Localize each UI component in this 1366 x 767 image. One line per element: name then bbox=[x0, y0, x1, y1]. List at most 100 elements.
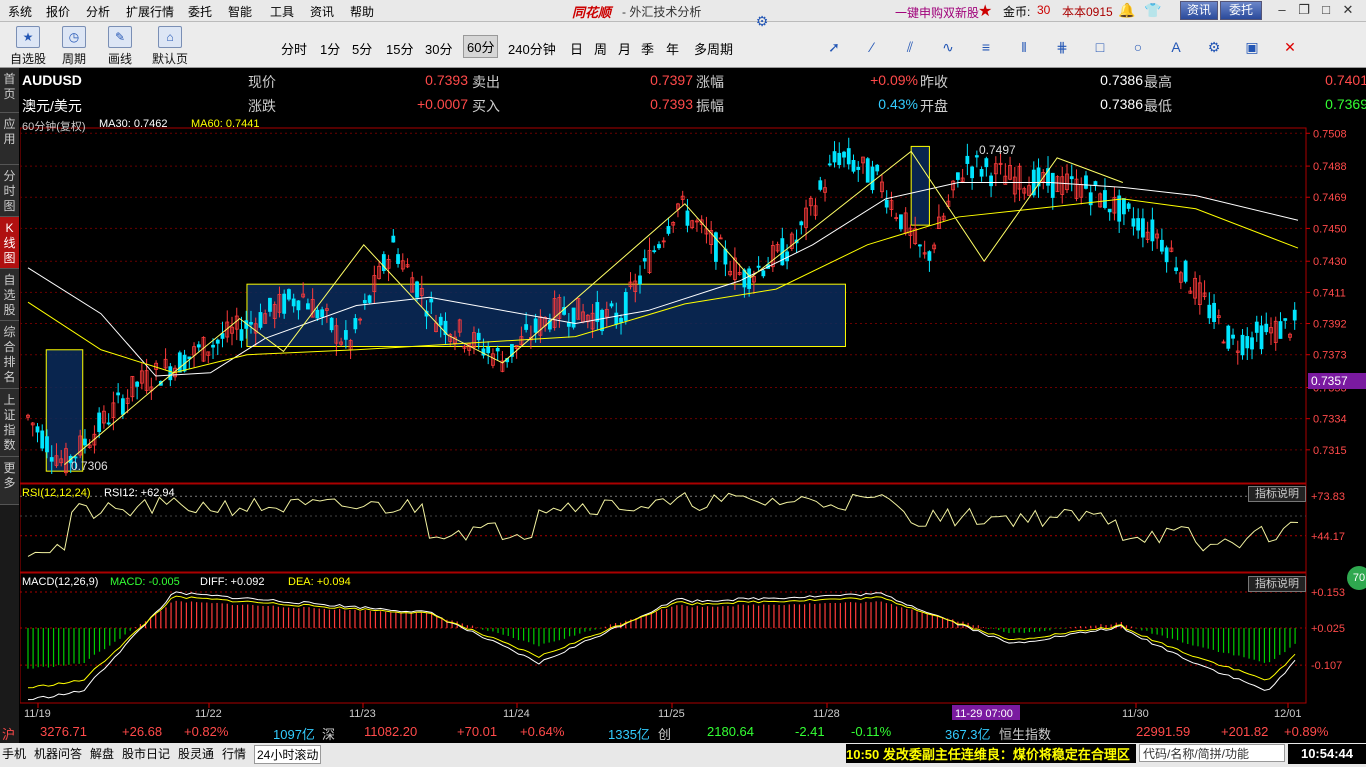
minimize-icon[interactable]: – bbox=[1274, 2, 1290, 17]
period-tab[interactable]: 1分 bbox=[320, 39, 340, 58]
left-tab-label: 更多 bbox=[3, 461, 16, 490]
star-tool-button[interactable]: ★ 自选股 bbox=[8, 24, 48, 66]
restore-icon[interactable]: ❐ bbox=[1296, 2, 1312, 17]
menu-item[interactable]: 工具 bbox=[270, 3, 294, 20]
chart-area[interactable]: 0.7508 0.7488 0.7469 0.7450 0.7430 0.7411 0.73… bbox=[20, 68, 1366, 723]
menu-item[interactable]: 系统 bbox=[8, 3, 32, 20]
parallel-icon[interactable]: ⫽ bbox=[900, 37, 920, 57]
rsi-help-button[interactable]: 指标说明 bbox=[1248, 486, 1306, 502]
menu-item[interactable]: 帮助 bbox=[350, 3, 374, 20]
status-item: 2180.64 bbox=[707, 724, 754, 739]
menu-item[interactable]: 智能 bbox=[228, 3, 252, 20]
status-item: 22991.59 bbox=[1136, 724, 1191, 739]
menu-item[interactable]: 委托 bbox=[188, 3, 212, 20]
score-badge[interactable]: 70 bbox=[1347, 566, 1366, 590]
search-input[interactable]: 代码/名称/简拼/功能 bbox=[1139, 744, 1285, 762]
rect-icon[interactable]: □ bbox=[1090, 37, 1110, 57]
candle-body bbox=[818, 180, 823, 190]
delete-icon[interactable]: ✕ bbox=[1280, 37, 1300, 57]
left-tab[interactable]: 应用 bbox=[0, 113, 19, 165]
candle-body bbox=[1212, 302, 1216, 323]
period-legend: 60分钟(复权) bbox=[22, 121, 86, 133]
save-icon[interactable]: ▣ bbox=[1242, 37, 1262, 57]
quote-value: 0.7386 bbox=[1100, 72, 1143, 88]
macd-panel-frame bbox=[20, 572, 1307, 704]
candle-body bbox=[837, 152, 842, 166]
maximize-icon[interactable]: □ bbox=[1318, 2, 1334, 17]
bottom-tab[interactable]: 24小时滚动 bbox=[254, 745, 322, 764]
candle-body bbox=[415, 281, 419, 298]
menu-item[interactable]: 扩展行情 bbox=[126, 3, 174, 20]
period-tab[interactable]: 日 bbox=[570, 39, 583, 58]
window-title: - 外汇技术分析 bbox=[622, 5, 702, 19]
channel-icon[interactable]: ⋕ bbox=[1052, 37, 1072, 57]
quote-label: 现价 bbox=[248, 74, 276, 90]
ellipse-icon[interactable]: ○ bbox=[1128, 37, 1148, 57]
bottom-tab[interactable]: 股灵通 bbox=[178, 745, 214, 762]
text-icon[interactable]: A bbox=[1166, 37, 1186, 57]
bottom-tab[interactable]: 解盘 bbox=[90, 745, 114, 762]
left-tab[interactable]: 首页 bbox=[0, 68, 19, 113]
bottom-tab[interactable]: 机器问答 bbox=[34, 745, 82, 762]
period-tab[interactable]: 分时 bbox=[281, 39, 307, 58]
status-item: 深 bbox=[322, 727, 336, 742]
menu-item[interactable]: 分析 bbox=[86, 3, 110, 20]
candle-body bbox=[846, 148, 851, 165]
clock: 10:54:44 bbox=[1288, 744, 1366, 764]
menu-item[interactable]: 资讯 bbox=[310, 3, 334, 20]
candle-body bbox=[215, 339, 220, 344]
period-tab[interactable]: 240分钟 bbox=[508, 39, 556, 58]
left-tab[interactable]: 更多 bbox=[0, 457, 19, 505]
bars-icon[interactable]: ‖ bbox=[1014, 37, 1034, 57]
period-tab[interactable]: 15分 bbox=[386, 39, 413, 58]
candle-body bbox=[609, 303, 614, 307]
period-tab[interactable]: 年 bbox=[666, 39, 679, 58]
bottom-tab[interactable]: 股市日记 bbox=[122, 745, 170, 762]
tool-label: 自选股 bbox=[9, 52, 46, 66]
period-tab[interactable]: 季 bbox=[641, 39, 654, 58]
period-tab[interactable]: 周 bbox=[594, 39, 607, 58]
left-tab-label: 首页 bbox=[3, 72, 16, 101]
settings-gear-icon[interactable]: ⚙ bbox=[752, 11, 772, 31]
rsi-value: RSI12: +62.94 bbox=[104, 487, 175, 499]
ipo-link[interactable]: 一键申购双新股 bbox=[895, 4, 979, 21]
left-tab-label: 应用 bbox=[3, 117, 16, 146]
ma60-legend: MA60: 0.7441 bbox=[191, 118, 260, 130]
line-icon[interactable]: ⁄ bbox=[862, 37, 882, 57]
menu-item[interactable]: 报价 bbox=[46, 3, 70, 20]
macd-help-button[interactable]: 指标说明 bbox=[1248, 576, 1306, 592]
left-tab[interactable]: 综合排名 bbox=[0, 321, 19, 389]
bell-icon[interactable]: 🔔 bbox=[1118, 2, 1135, 19]
user-name[interactable]: 本本0915 bbox=[1062, 3, 1113, 20]
candle-body bbox=[1174, 267, 1179, 271]
alert-icon[interactable]: ★ bbox=[978, 1, 992, 21]
home-tool-button[interactable]: ⌂ 默认页 bbox=[150, 24, 190, 66]
left-tab[interactable]: 分时图 bbox=[0, 165, 19, 217]
news-ticker[interactable]: 10:50 发改委副主任连维良：煤价将稳定在合理区 bbox=[846, 744, 1136, 763]
fib-icon[interactable]: ≡ bbox=[976, 37, 996, 57]
left-tab[interactable]: K线图 bbox=[0, 217, 19, 269]
left-tab[interactable]: 自选股 bbox=[0, 269, 19, 321]
candle-body bbox=[486, 346, 491, 354]
shirt-icon[interactable]: 👕 bbox=[1144, 2, 1161, 19]
news-button[interactable]: 资讯 bbox=[1180, 1, 1218, 20]
cycle-tool-button[interactable]: ◷ 周期 bbox=[54, 24, 94, 66]
period-tab[interactable]: 月 bbox=[618, 39, 631, 58]
coin-label: 金币: bbox=[1003, 5, 1031, 19]
wave-icon[interactable]: ∿ bbox=[938, 37, 958, 57]
cursor-icon[interactable]: ➚ bbox=[824, 37, 844, 57]
y-tick-label: 0.7450 bbox=[1313, 223, 1347, 235]
close-icon[interactable]: ✕ bbox=[1340, 2, 1356, 17]
candle-body bbox=[979, 169, 984, 177]
bottom-tab[interactable]: 手机 bbox=[2, 745, 26, 762]
period-tab[interactable]: 60分 bbox=[463, 35, 499, 58]
period-tab[interactable]: 5分 bbox=[352, 39, 372, 58]
pen-tool-button[interactable]: ✎ 画线 bbox=[100, 24, 140, 66]
period-tab[interactable]: 多周期 bbox=[694, 39, 733, 58]
period-tab[interactable]: 30分 bbox=[425, 39, 452, 58]
trade-button[interactable]: 委托 bbox=[1220, 1, 1262, 20]
candle-body bbox=[666, 226, 671, 234]
left-tab[interactable]: 上证指数 bbox=[0, 389, 19, 457]
gear-icon[interactable]: ⚙ bbox=[1204, 37, 1224, 57]
bottom-tab[interactable]: 行情 bbox=[222, 745, 246, 762]
